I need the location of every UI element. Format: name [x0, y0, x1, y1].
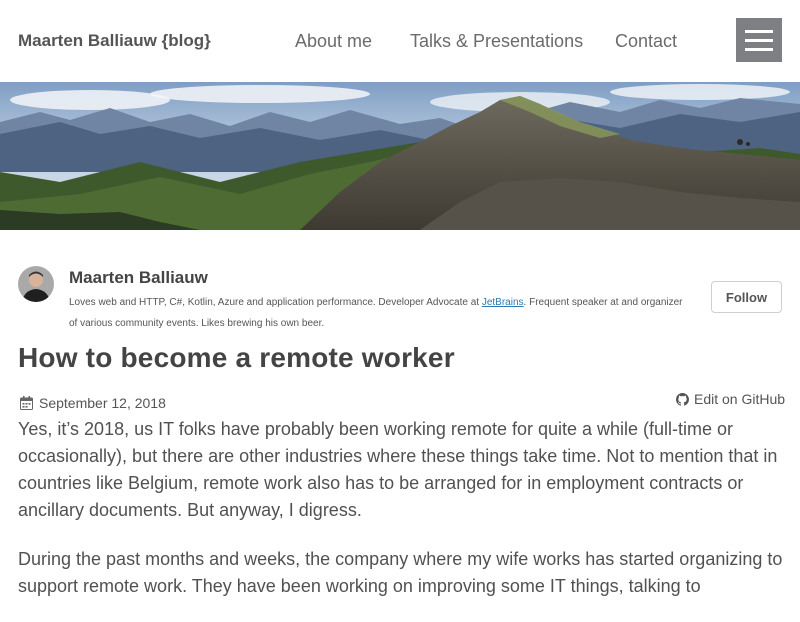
mountain-landscape-image	[0, 82, 800, 230]
menu-bar	[745, 38, 773, 42]
author-avatar[interactable]	[18, 266, 54, 302]
nav-contact[interactable]: Contact	[615, 31, 677, 52]
nav-about-me[interactable]: About me	[295, 31, 372, 52]
menu-bar	[745, 29, 773, 33]
hero-banner-image	[0, 82, 800, 230]
menu-bar	[745, 47, 773, 51]
nav-talks-presentations[interactable]: Talks & Presentations	[410, 31, 583, 52]
author-bio: Loves web and HTTP, C#, Kotlin, Azure an…	[69, 292, 689, 334]
github-icon	[676, 392, 689, 406]
post-date: September 12, 2018	[20, 395, 166, 411]
jetbrains-link[interactable]: JetBrains	[482, 297, 524, 308]
site-header: Maarten Balliauw {blog} About me Talks &…	[0, 0, 800, 82]
post-date-text: September 12, 2018	[39, 395, 166, 411]
author-bio-prefix: Loves web and HTTP, C#, Kotlin, Azure an…	[69, 297, 482, 308]
post-paragraph: Yes, it’s 2018, us IT folks have probabl…	[18, 419, 778, 520]
post-paragraph: During the past months and weeks, the co…	[18, 549, 783, 596]
calendar-icon	[20, 396, 33, 410]
edit-on-github-label: Edit on GitHub	[694, 391, 786, 407]
follow-button[interactable]: Follow	[711, 281, 782, 313]
author-name[interactable]: Maarten Balliauw	[69, 268, 208, 288]
post-title: How to become a remote worker	[18, 342, 455, 373]
author-photo	[18, 266, 54, 302]
edit-on-github-link[interactable]: Edit on GitHub	[676, 391, 785, 407]
post-body: Yes, it’s 2018, us IT folks have probabl…	[18, 416, 786, 622]
site-brand-link[interactable]: Maarten Balliauw {blog}	[18, 31, 211, 51]
hamburger-menu-icon[interactable]	[736, 18, 782, 62]
